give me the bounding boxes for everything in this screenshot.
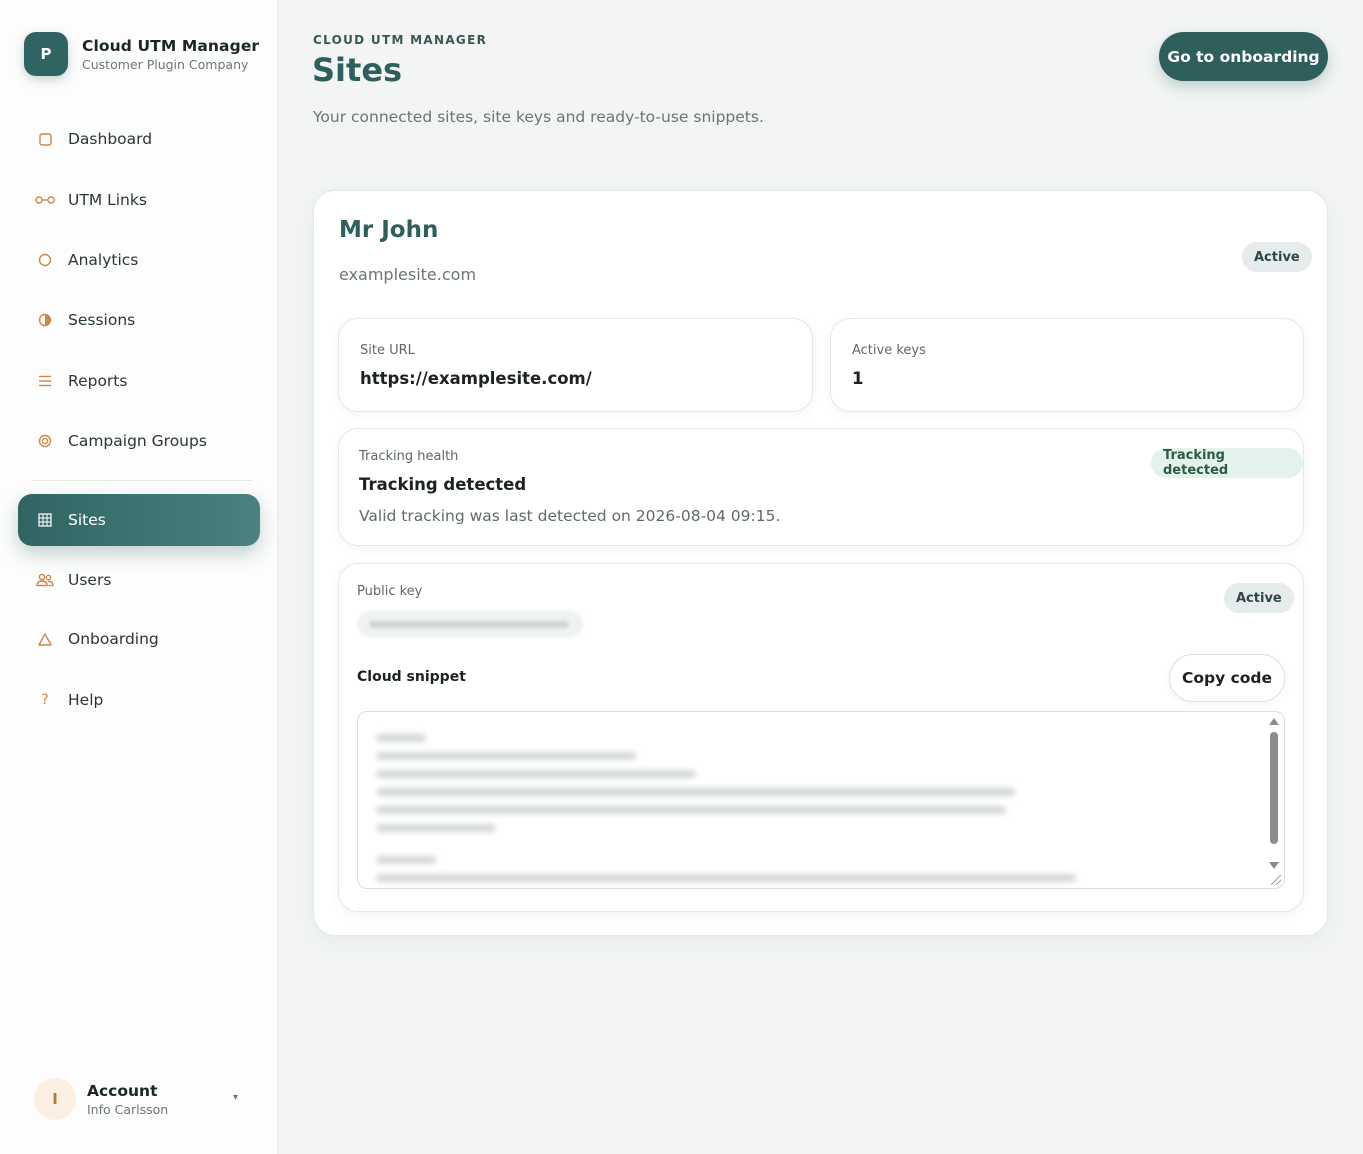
sidebar-item-reports[interactable]: Reports: [18, 355, 260, 407]
scroll-up-arrow-icon[interactable]: [1269, 718, 1279, 725]
main-content: CLOUD UTM MANAGER Sites Your connected s…: [278, 0, 1363, 1154]
sidebar-item-label: Analytics: [68, 251, 139, 269]
tracking-status-badge: Tracking detected: [1151, 448, 1303, 478]
scroll-thumb[interactable]: [1270, 732, 1278, 844]
page-subtitle: Your connected sites, site keys and read…: [313, 108, 764, 126]
brand[interactable]: P Cloud UTM Manager Customer Plugin Comp…: [24, 32, 259, 76]
sidebar-item-users[interactable]: Users: [18, 554, 260, 606]
triangle-icon: [35, 629, 55, 649]
sidebar: P Cloud UTM Manager Customer Plugin Comp…: [0, 0, 278, 1154]
site-url-label: Site URL: [360, 343, 415, 358]
grid-icon: [35, 510, 55, 530]
resize-handle-icon[interactable]: [1271, 875, 1281, 885]
sidebar-item-label: Onboarding: [68, 630, 159, 648]
cloud-snippet-label: Cloud snippet: [357, 669, 466, 685]
sidebar-item-utm-links[interactable]: UTM Links: [18, 174, 260, 226]
active-keys-label: Active keys: [852, 343, 926, 358]
tracking-health-box: Tracking health Tracking detected Valid …: [338, 428, 1304, 546]
sidebar-item-label: Reports: [68, 372, 128, 390]
public-key-value: [357, 611, 583, 637]
sidebar-item-campaign-groups[interactable]: Campaign Groups: [18, 415, 260, 467]
site-url-box: Site URL https://examplesite.com/: [338, 318, 813, 412]
link-icon: [35, 190, 55, 210]
app-root: P Cloud UTM Manager Customer Plugin Comp…: [0, 0, 1363, 1154]
sidebar-item-sites[interactable]: Sites: [18, 494, 260, 546]
snippet-textarea[interactable]: [357, 711, 1285, 889]
sidebar-item-dashboard[interactable]: Dashboard: [18, 113, 260, 165]
site-domain: examplesite.com: [339, 265, 477, 284]
tracking-health-title: Tracking detected: [359, 475, 527, 494]
snippet-code: [376, 726, 1256, 886]
page-eyebrow: CLOUD UTM MANAGER: [313, 33, 488, 47]
scroll-down-arrow-icon[interactable]: [1269, 862, 1279, 869]
sidebar-item-label: Sessions: [68, 311, 136, 329]
tracking-health-description: Valid tracking was last detected on 2026…: [359, 507, 781, 525]
sidebar-item-label: Dashboard: [68, 130, 153, 148]
sidebar-item-onboarding[interactable]: Onboarding: [18, 613, 260, 665]
sidebar-item-label: UTM Links: [68, 191, 147, 209]
sidebar-item-label: Campaign Groups: [68, 432, 207, 450]
users-icon: [35, 570, 55, 590]
sidebar-item-label: Sites: [68, 511, 106, 529]
account-menu[interactable]: I Account Info Carlsson ▾: [34, 1078, 244, 1120]
square-icon: [35, 129, 55, 149]
sidebar-item-label: Users: [68, 571, 112, 589]
page-title: Sites: [312, 51, 403, 89]
circle-icon: [35, 250, 55, 270]
public-key-box: Public key Active Cloud snippet Copy cod…: [338, 563, 1304, 912]
sidebar-divider: [32, 480, 252, 481]
go-to-onboarding-button[interactable]: Go to onboarding: [1159, 32, 1328, 81]
target-icon: [35, 431, 55, 451]
copy-code-button[interactable]: Copy code: [1169, 654, 1285, 702]
list-icon: [35, 371, 55, 391]
status-badge: Active: [1242, 242, 1312, 272]
avatar: I: [34, 1078, 76, 1120]
brand-logo: P: [24, 32, 68, 76]
account-name: Info Carlsson: [87, 1101, 169, 1117]
sidebar-item-help[interactable]: ? Help: [18, 674, 260, 726]
site-card: Mr John examplesite.com Active Site URL …: [313, 190, 1328, 936]
active-keys-box: Active keys 1: [830, 318, 1304, 412]
half-circle-icon: [35, 310, 55, 330]
sidebar-item-sessions[interactable]: Sessions: [18, 294, 260, 346]
account-label: Account: [87, 1081, 158, 1100]
brand-title: Cloud UTM Manager: [82, 36, 260, 55]
site-name: Mr John: [339, 217, 439, 243]
active-keys-value: 1: [852, 369, 864, 388]
public-key-label: Public key: [357, 584, 423, 599]
question-icon: ?: [41, 692, 49, 708]
sidebar-item-label: Help: [68, 691, 104, 709]
tracking-health-label: Tracking health: [359, 449, 459, 464]
site-url-value: https://examplesite.com/: [360, 369, 592, 388]
sidebar-item-analytics[interactable]: Analytics: [18, 234, 260, 286]
chevron-down-icon[interactable]: ▾: [233, 1092, 238, 1103]
key-status-badge: Active: [1224, 583, 1294, 613]
snippet-scrollbar[interactable]: [1266, 714, 1282, 886]
brand-subtitle: Customer Plugin Company: [82, 56, 249, 72]
